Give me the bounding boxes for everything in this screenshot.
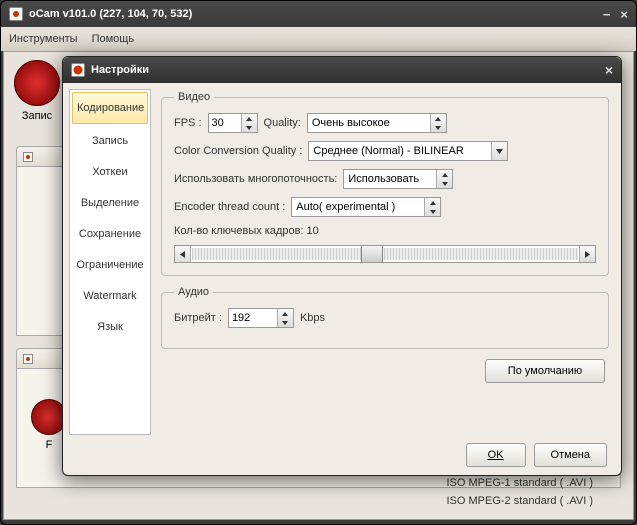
- bitrate-unit: Kbps: [300, 312, 325, 324]
- main-titlebar[interactable]: oCam v101.0 (227, 104, 70, 532) − ×: [1, 1, 636, 27]
- menu-help[interactable]: Помощь: [92, 33, 135, 45]
- window-title: oCam v101.0 (227, 104, 70, 532): [29, 8, 192, 20]
- record-button[interactable]: [14, 60, 60, 106]
- fps-input[interactable]: [209, 114, 241, 132]
- close-icon[interactable]: ×: [620, 7, 628, 22]
- list-item[interactable]: ISO MPEG-1 standard ( .AVI ): [446, 477, 593, 489]
- record-dot-icon: [23, 152, 33, 162]
- tab-watermark[interactable]: Watermark: [70, 281, 150, 312]
- chevron-left-icon[interactable]: [175, 246, 191, 262]
- slider-thumb[interactable]: [361, 246, 383, 262]
- tab-save[interactable]: Сохранение: [70, 219, 150, 250]
- dialog-footer: OK Отмена: [63, 435, 621, 475]
- quality-combo[interactable]: Очень высокое: [307, 113, 447, 133]
- slider-track[interactable]: [192, 248, 578, 260]
- fps-label: FPS :: [174, 117, 202, 129]
- encoder-threads-value: Auto( experimental ): [292, 201, 424, 213]
- spinner-arrows-icon[interactable]: [436, 170, 452, 188]
- minimize-icon[interactable]: −: [603, 7, 611, 22]
- menu-tools[interactable]: Инструменты: [9, 33, 78, 45]
- spinner-arrows-icon[interactable]: [424, 198, 440, 216]
- spinner-arrows-icon[interactable]: [277, 309, 293, 327]
- app-icon: [9, 7, 23, 21]
- cancel-button[interactable]: Отмена: [534, 443, 607, 467]
- tab-encoding[interactable]: Кодирование: [72, 92, 148, 124]
- dialog-close-icon[interactable]: ×: [605, 62, 613, 78]
- app-icon: [71, 63, 85, 77]
- audio-group: Аудио Битрейт : Kbps: [161, 286, 609, 349]
- multithread-label: Использовать многопоточность:: [174, 173, 337, 185]
- dialog-title: Настройки: [91, 64, 149, 76]
- bitrate-input[interactable]: [229, 309, 277, 327]
- ccq-value: Среднее (Normal) - BILINEAR: [309, 145, 491, 157]
- defaults-button[interactable]: По умолчанию: [485, 359, 605, 383]
- keyframe-slider[interactable]: [174, 245, 596, 263]
- ok-label: OK: [488, 449, 504, 461]
- audio-legend: Аудио: [174, 286, 213, 298]
- ccq-combo[interactable]: Среднее (Normal) - BILINEAR: [308, 141, 508, 161]
- tab-record[interactable]: Запись: [70, 126, 150, 157]
- bitrate-spinner[interactable]: [228, 308, 294, 328]
- settings-dialog: Настройки × Кодирование Запись Хоткеи Вы…: [62, 56, 622, 476]
- multithread-combo[interactable]: Использовать: [343, 169, 453, 189]
- encoder-threads-label: Encoder thread count :: [174, 201, 285, 213]
- spinner-arrows-icon[interactable]: [241, 114, 257, 132]
- ok-button[interactable]: OK: [466, 443, 526, 467]
- tab-limit[interactable]: Ограничение: [70, 250, 150, 281]
- quality-value: Очень высокое: [308, 117, 430, 129]
- tab-hotkeys[interactable]: Хоткеи: [70, 157, 150, 188]
- spinner-arrows-icon[interactable]: [430, 114, 446, 132]
- list-item[interactable]: ISO MPEG-2 standard ( .AVI ): [446, 495, 593, 507]
- video-group: Видео FPS : Quality: Очень высокое: [161, 91, 609, 276]
- record-label: Запис: [22, 110, 52, 122]
- settings-content: Видео FPS : Quality: Очень высокое: [151, 83, 621, 435]
- tab-selection[interactable]: Выделение: [70, 188, 150, 219]
- chevron-right-icon[interactable]: [579, 246, 595, 262]
- bitrate-label: Битрейт :: [174, 312, 222, 324]
- chevron-down-icon[interactable]: [491, 142, 507, 160]
- codec-list: ISO MPEG-1 standard ( .AVI ) ISO MPEG-2 …: [446, 477, 593, 507]
- ccq-label: Color Conversion Quality :: [174, 145, 302, 157]
- video-legend: Видео: [174, 91, 214, 103]
- keyframe-label: Кол-во ключевых кадров: 10: [174, 225, 319, 237]
- quality-label: Quality:: [264, 117, 301, 129]
- record-dot-icon: [23, 354, 33, 364]
- multithread-value: Использовать: [344, 173, 436, 185]
- encoder-threads-combo[interactable]: Auto( experimental ): [291, 197, 441, 217]
- fps-spinner[interactable]: [208, 113, 258, 133]
- dialog-titlebar[interactable]: Настройки ×: [63, 57, 621, 83]
- menubar: Инструменты Помощь: [1, 27, 636, 51]
- settings-tabs: Кодирование Запись Хоткеи Выделение Сохр…: [69, 89, 151, 435]
- tab-language[interactable]: Язык: [70, 312, 150, 343]
